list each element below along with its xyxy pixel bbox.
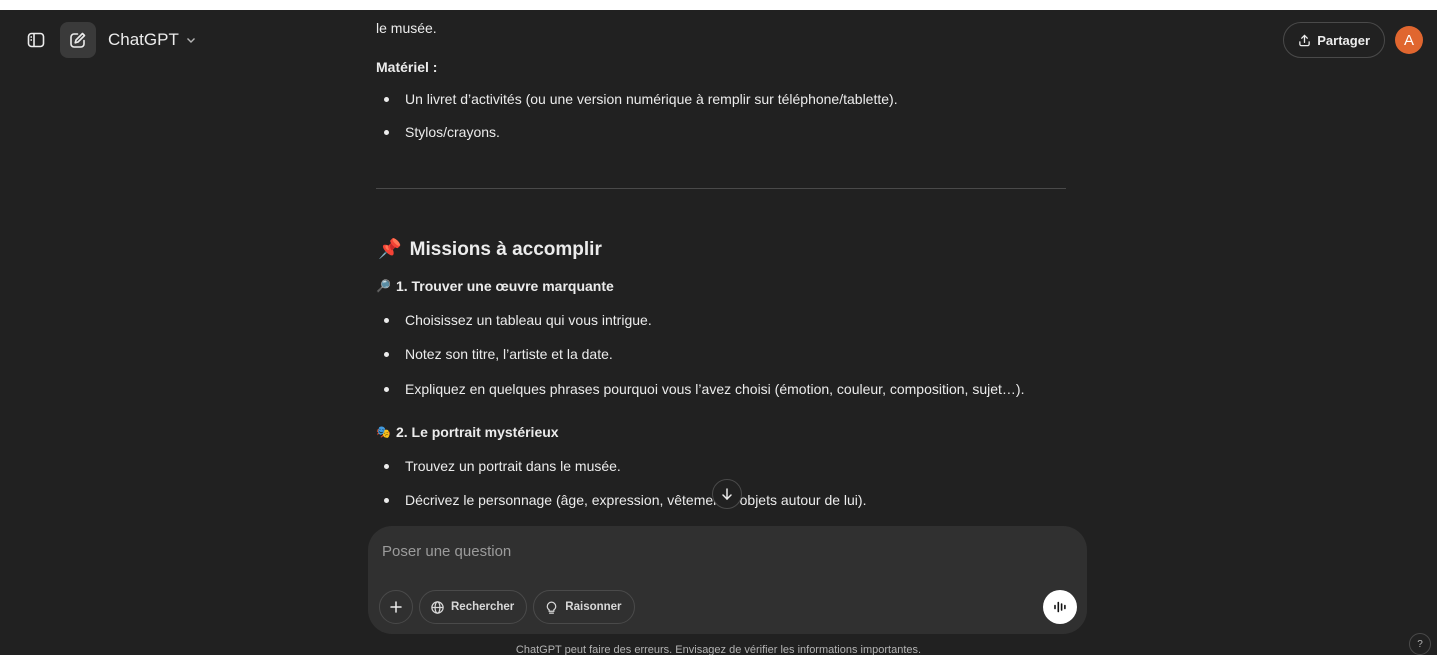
voice-mode-button[interactable] xyxy=(1043,590,1077,624)
magnifier-icon: 🔎 xyxy=(376,279,391,293)
divider xyxy=(376,188,1066,189)
window-top-edge xyxy=(0,0,1437,10)
chevron-down-icon xyxy=(186,38,195,43)
list-item: Stylos/crayons. xyxy=(376,122,500,142)
help-button[interactable]: ? xyxy=(1409,633,1431,655)
missions-heading: 📌 Missions à accomplir xyxy=(378,238,602,262)
edit-icon xyxy=(70,32,86,48)
missions-heading-text: Missions à accomplir xyxy=(409,239,602,260)
arrow-down-icon xyxy=(722,488,732,501)
list-item: Un livret d’activités (ou une version nu… xyxy=(376,89,898,109)
mission-2-title: 2. Le portrait mystérieux xyxy=(395,424,559,440)
attach-button[interactable] xyxy=(379,590,413,624)
topbar-right: Partager A xyxy=(1283,22,1423,58)
list-item: Trouvez un portrait dans le musée. xyxy=(376,456,621,476)
reason-button[interactable]: Raisonner xyxy=(533,590,635,624)
share-label: Partager xyxy=(1317,32,1370,48)
model-selector[interactable]: ChatGPT xyxy=(108,30,197,50)
list-item: Décrivez le personnage (âge, expression,… xyxy=(376,490,866,510)
mission-1-title: 1. Trouver une œuvre marquante xyxy=(395,278,614,294)
list-item: Notez son titre, l’artiste et la date. xyxy=(376,344,613,364)
sidebar-icon xyxy=(27,32,45,48)
model-name: ChatGPT xyxy=(108,30,179,49)
new-chat-button[interactable] xyxy=(60,22,96,58)
mission-2-heading: 🎭 2. Le portrait mystérieux xyxy=(376,422,559,442)
avatar[interactable]: A xyxy=(1395,26,1423,54)
prompt-input[interactable] xyxy=(382,540,1022,562)
waveform-icon xyxy=(1054,601,1066,613)
mission-1-heading: 🔎 1. Trouver une œuvre marquante xyxy=(376,276,614,296)
materiel-label: Matériel : xyxy=(376,59,438,75)
share-button[interactable]: Partager xyxy=(1283,22,1385,58)
disclaimer-text: ChatGPT peut faire des erreurs. Envisage… xyxy=(515,644,922,655)
list-item: Expliquez en quelques phrases pourquoi v… xyxy=(376,379,1024,399)
composer-tools: Rechercher Raisonner xyxy=(379,590,635,624)
lightbulb-icon xyxy=(546,601,557,614)
reason-label: Raisonner xyxy=(565,601,622,613)
search-button[interactable]: Rechercher xyxy=(419,590,528,624)
share-icon xyxy=(1299,33,1311,46)
composer: Rechercher Raisonner xyxy=(368,526,1087,634)
sidebar-toggle-button[interactable] xyxy=(18,22,54,58)
message-paragraph: le musée. xyxy=(376,20,437,36)
globe-icon xyxy=(431,600,444,614)
pushpin-icon: 📌 xyxy=(378,239,402,260)
topbar-left: ChatGPT xyxy=(18,22,197,58)
scroll-to-bottom-button[interactable] xyxy=(712,479,742,509)
plus-icon xyxy=(390,601,402,613)
theater-masks-icon: 🎭 xyxy=(376,425,391,439)
search-label: Rechercher xyxy=(451,601,515,613)
list-item: Choisissez un tableau qui vous intrigue. xyxy=(376,310,652,330)
